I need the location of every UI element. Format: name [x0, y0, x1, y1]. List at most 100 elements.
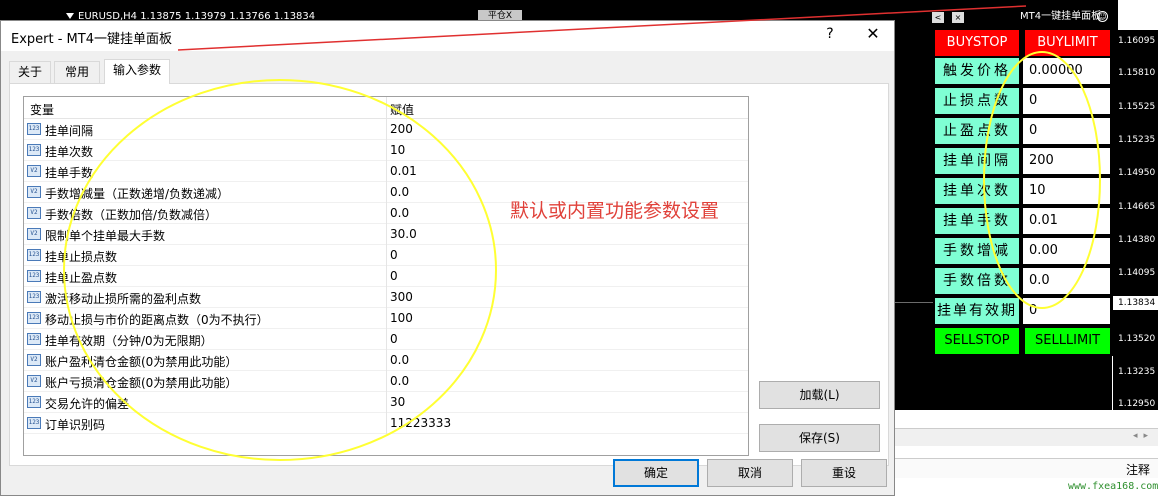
notes-column-header[interactable]: 注释 [1126, 461, 1150, 478]
order-interval-input[interactable]: 200 [1022, 147, 1111, 175]
chart-left-button[interactable]: < [932, 12, 944, 23]
param-name: 账户亏损清仓金额(0为禁用此功能） [45, 376, 238, 390]
column-divider [386, 140, 387, 161]
param-name: 移动止损与市价的距离点数（0为不执行） [45, 313, 269, 327]
param-value[interactable]: 100 [390, 311, 413, 325]
current-price-tick: 1.13834 [1112, 296, 1158, 310]
column-divider [386, 245, 387, 266]
table-row[interactable]: 123 交易允许的偏差 30 [24, 392, 748, 413]
param-value[interactable]: 10 [390, 143, 405, 157]
param-name: 账户盈利清仓金额(0为禁用此功能） [45, 355, 238, 369]
table-row[interactable]: 123 挂单次数 10 [24, 140, 748, 161]
column-divider [386, 413, 387, 434]
chart-x-button[interactable]: × [952, 12, 964, 23]
load-button[interactable]: 加载(L) [759, 381, 880, 409]
order-lots-input[interactable]: 0.01 [1022, 207, 1111, 235]
tab-about[interactable]: 关于 [9, 61, 51, 83]
param-name: 挂单次数 [45, 145, 94, 159]
buylimit-button[interactable]: BUYLIMIT [1024, 29, 1111, 57]
expert-dialog: Expert - MT4一键挂单面板 ? ✕ 关于 常用 输入参数 变量 赋值 … [0, 20, 895, 496]
param-name: 挂单有效期（分钟/0为无限期） [45, 334, 213, 348]
integer-type-icon: 123 [27, 417, 41, 429]
grid-header: 变量 赋值 [24, 97, 748, 119]
integer-type-icon: 123 [27, 396, 41, 408]
parameters-grid: 变量 赋值 123 挂单间隔 200 123 挂单次数 10 V2 挂单手数 0.01 V2… [23, 96, 749, 456]
sellstop-button[interactable]: SELLSTOP [934, 327, 1020, 355]
trigger-price-label: 触发价格 [934, 57, 1020, 85]
stop-loss-label: 止损点数 [934, 87, 1020, 115]
param-value[interactable]: 0.0 [390, 206, 409, 220]
save-button[interactable]: 保存(S) [759, 424, 880, 452]
double-type-icon: V2 [27, 375, 41, 387]
param-value[interactable]: 0.0 [390, 353, 409, 367]
trigger-price-input[interactable]: 0.00000 [1022, 57, 1111, 85]
table-row[interactable]: 123 挂单止损点数 0 [24, 245, 748, 266]
expiry-input[interactable]: 0 [1022, 297, 1111, 325]
smiley-icon: ☺ [1097, 11, 1108, 22]
table-row[interactable]: V2 账户亏损清仓金额(0为禁用此功能） 0.0 [24, 371, 748, 392]
table-row[interactable]: 123 订单识别码 11223333 [24, 413, 748, 434]
buystop-button[interactable]: BUYSTOP [934, 29, 1020, 57]
table-row[interactable]: 123 挂单止盈点数 0 [24, 266, 748, 287]
tab-common[interactable]: 常用 [54, 61, 100, 83]
integer-type-icon: 123 [27, 312, 41, 324]
param-name: 挂单间隔 [45, 124, 94, 138]
value-column-header[interactable]: 赋值 [390, 101, 414, 118]
lot-step-input[interactable]: 0.00 [1022, 237, 1111, 265]
price-tick: 1.14095 [1118, 268, 1156, 278]
price-tick: 1.13235 [1118, 367, 1156, 377]
table-row[interactable]: V2 限制单个挂单最大手数 30.0 [24, 224, 748, 245]
param-value[interactable]: 0 [390, 332, 398, 346]
order-interval-label: 挂单间隔 [934, 147, 1020, 175]
column-divider [386, 119, 387, 140]
param-value[interactable]: 0.0 [390, 374, 409, 388]
column-divider [386, 161, 387, 182]
order-count-input[interactable]: 10 [1022, 177, 1111, 205]
table-row[interactable]: 123 挂单有效期（分钟/0为无限期） 0 [24, 329, 748, 350]
close-icon[interactable]: ✕ [865, 24, 881, 43]
lot-multiplier-input[interactable]: 0.0 [1022, 267, 1111, 295]
param-value[interactable]: 0 [390, 269, 398, 283]
table-row[interactable]: 123 激活移动止损所需的盈利点数 300 [24, 287, 748, 308]
param-value[interactable]: 30.0 [390, 227, 417, 241]
selllimit-button[interactable]: SELLLIMIT [1024, 327, 1111, 355]
param-value[interactable]: 0.0 [390, 185, 409, 199]
param-value[interactable]: 30 [390, 395, 405, 409]
price-tick: 1.14950 [1118, 168, 1156, 178]
dialog-titlebar: Expert - MT4一键挂单面板 ? ✕ [1, 21, 894, 51]
column-divider [386, 182, 387, 203]
horizontal-scrollbar[interactable]: ◂▸ [895, 428, 1158, 446]
price-tick: 1.16095 [1118, 36, 1156, 46]
help-button[interactable]: ? [823, 26, 837, 42]
column-divider[interactable] [386, 97, 387, 119]
chart-dropdown-icon[interactable] [66, 13, 74, 19]
param-name: 限制单个挂单最大手数 [45, 229, 166, 243]
ok-button[interactable]: 确定 [613, 459, 699, 487]
variable-column-header[interactable]: 变量 [30, 101, 54, 118]
reset-button[interactable]: 重设 [801, 459, 887, 487]
table-row[interactable]: V2 挂单手数 0.01 [24, 161, 748, 182]
tab-inputs[interactable]: 输入参数 [104, 59, 170, 84]
param-value[interactable]: 0.01 [390, 164, 417, 178]
price-tick: 1.15525 [1118, 102, 1156, 112]
column-divider [386, 392, 387, 413]
param-value[interactable]: 300 [390, 290, 413, 304]
param-value[interactable]: 0 [390, 248, 398, 262]
cancel-button[interactable]: 取消 [707, 459, 793, 487]
table-row[interactable]: 123 移动止损与市价的距离点数（0为不执行） 100 [24, 308, 748, 329]
scroll-arrows-icon[interactable]: ◂▸ [1133, 431, 1154, 441]
double-type-icon: V2 [27, 186, 41, 198]
param-name: 挂单止盈点数 [45, 271, 118, 285]
column-divider [386, 350, 387, 371]
take-profit-label: 止盈点数 [934, 117, 1020, 145]
take-profit-input[interactable]: 0 [1022, 117, 1111, 145]
param-value[interactable]: 11223333 [390, 416, 451, 430]
double-type-icon: V2 [27, 228, 41, 240]
integer-type-icon: 123 [27, 333, 41, 345]
param-value[interactable]: 200 [390, 122, 413, 136]
table-row[interactable]: V2 账户盈利清仓金额(0为禁用此功能） 0.0 [24, 350, 748, 371]
screenshot-root: EURUSD,H4 1.13875 1.13979 1.13766 1.1383… [0, 0, 1158, 496]
param-name: 订单识别码 [45, 418, 106, 432]
table-row[interactable]: 123 挂单间隔 200 [24, 119, 748, 140]
stop-loss-input[interactable]: 0 [1022, 87, 1111, 115]
